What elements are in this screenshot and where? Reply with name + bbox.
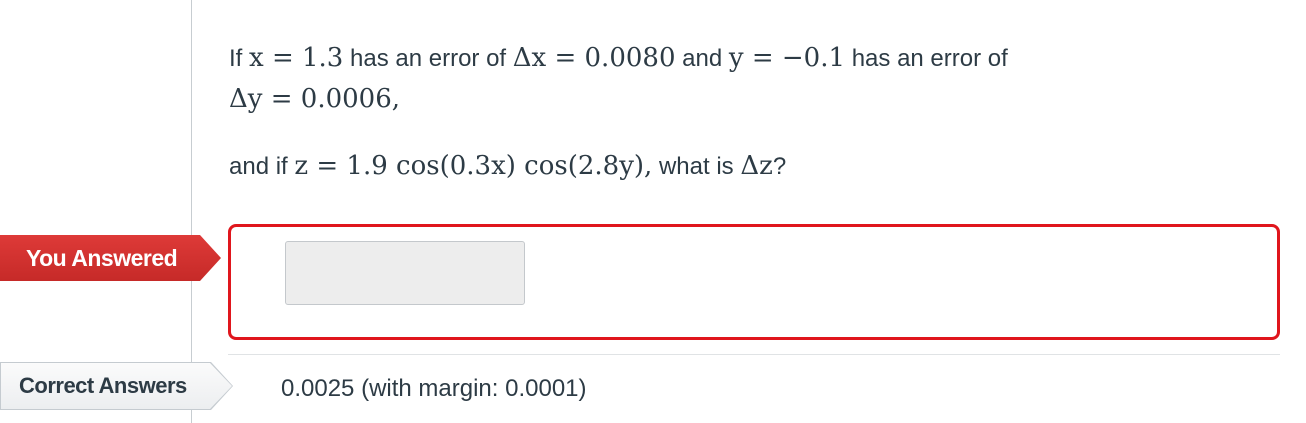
section-divider (228, 354, 1280, 355)
you-answered-flag: You Answered (0, 235, 221, 281)
question-text-segment: and (675, 45, 729, 72)
correct-answer-value: 0.0025 (with margin: 0.0001) (281, 375, 587, 402)
math-delta-y: Δy = 0.0006, (229, 84, 401, 114)
left-divider (191, 0, 192, 423)
correct-answers-label: Correct Answers (19, 373, 187, 398)
question-text-segment: has an error of (845, 45, 1008, 72)
question-text-segment: what is (652, 153, 741, 180)
correct-answers-flag: Correct Answers (0, 362, 233, 410)
question-text: If x = 1.3 has an error of Δx = 0.0080 a… (229, 38, 1279, 187)
correct-answers-flag-body: Correct Answers (1, 363, 232, 409)
math-x-value: x = 1.3 (249, 43, 344, 73)
math-y-value: y = −0.1 (728, 43, 846, 73)
question-text-segment: If (229, 45, 250, 72)
question-text-segment: and if (229, 153, 295, 180)
question-line-3: and if z = 1.9 cos(0.3x) cos(2.8y), what… (229, 146, 1279, 187)
answer-input[interactable] (285, 241, 525, 305)
question-line-2: Δy = 0.0006, (229, 79, 1279, 120)
question-line-1: If x = 1.3 has an error of Δx = 0.0080 a… (229, 38, 1279, 79)
math-delta-x: Δx = 0.0080 (512, 43, 676, 73)
math-delta-z: Δz (740, 151, 773, 181)
you-answered-label: You Answered (26, 244, 178, 271)
answer-box (228, 224, 1280, 340)
math-z-formula: z = 1.9 cos(0.3x) cos(2.8y), (294, 151, 653, 181)
question-text-segment: has an error of (343, 45, 513, 72)
question-text-segment: ? (772, 153, 787, 180)
